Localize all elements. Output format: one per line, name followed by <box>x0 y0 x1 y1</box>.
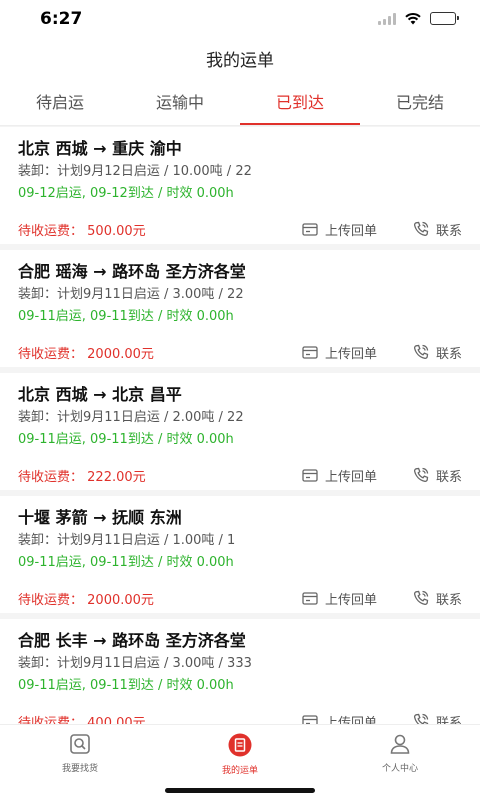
freight-amount: 待收运费： 2000.00元 <box>18 343 266 362</box>
order-list[interactable]: 北京 西城 → 重庆 渝中 装卸：计划9月12日启运 / 10.00吨 / 22… <box>0 127 480 724</box>
receipt-icon <box>302 468 318 482</box>
order-footer: 待收运费： 222.00元 上传回单 联系 <box>18 465 462 485</box>
freight-label: 待收运费： <box>18 592 84 608</box>
page-title: 我的运单 <box>206 51 274 71</box>
tab-arrived[interactable]: 已到达 <box>240 82 360 125</box>
nav-profile-label: 个人中心 <box>381 764 418 774</box>
contact-label: 联系 <box>435 223 462 239</box>
nav-profile[interactable]: 个人中心 <box>320 725 480 800</box>
order-card[interactable]: 北京 西城 → 北京 昌平 装卸：计划9月11日启运 / 2.00吨 / 22 … <box>0 373 480 490</box>
upload-receipt-label: 上传回单 <box>324 469 377 485</box>
nav-my-waybills-label: 我的运单 <box>221 766 258 776</box>
tab-in-transit[interactable]: 运输中 <box>120 82 240 125</box>
order-card[interactable]: 合肥 瑶海 → 路环岛 圣方济各堂 装卸：计划9月11日启运 / 3.00吨 /… <box>0 250 480 367</box>
contact-label: 联系 <box>435 715 462 725</box>
home-indicator <box>165 788 315 793</box>
freight-label: 待收运费： <box>18 346 84 362</box>
order-timing: 09-11启运, 09-11到达 / 时效 0.00h <box>18 432 234 447</box>
search-goods-icon <box>70 734 90 754</box>
order-timing: 09-11启运, 09-11到达 / 时效 0.00h <box>18 309 234 324</box>
contact-label: 联系 <box>435 592 462 608</box>
freight-label: 待收运费： <box>18 469 84 485</box>
contact-label: 联系 <box>435 469 462 485</box>
waybill-icon <box>228 733 252 757</box>
order-footer: 待收运费： 500.00元 上传回单 联系 <box>18 219 462 239</box>
freight-label: 待收运费： <box>18 223 84 239</box>
order-route: 合肥 瑶海 → 路环岛 圣方济各堂 <box>18 262 246 281</box>
upload-receipt-button[interactable]: 上传回单 <box>302 466 377 485</box>
order-card[interactable]: 十堰 茅箭 → 抚顺 东洲 装卸：计划9月11日启运 / 1.00吨 / 1 0… <box>0 496 480 613</box>
phone-icon <box>413 467 429 483</box>
order-detail: 装卸：计划9月11日启运 / 1.00吨 / 1 <box>18 533 236 548</box>
order-route: 北京 西城 → 北京 昌平 <box>18 385 182 404</box>
receipt-icon <box>302 591 318 605</box>
upload-receipt-label: 上传回单 <box>324 592 377 608</box>
receipt-icon <box>302 714 318 724</box>
freight-amount: 待收运费： 400.00元 <box>18 712 266 725</box>
order-footer: 待收运费： 400.00元 上传回单 联系 <box>18 711 462 724</box>
upload-receipt-button[interactable]: 上传回单 <box>302 712 377 725</box>
order-route: 北京 西城 → 重庆 渝中 <box>18 139 182 158</box>
profile-icon <box>390 734 410 754</box>
order-detail: 装卸：计划9月12日启运 / 10.00吨 / 22 <box>18 164 252 179</box>
contact-button[interactable]: 联系 <box>413 712 462 725</box>
freight-value: 2000.00元 <box>87 346 154 362</box>
tab-completed[interactable]: 已完结 <box>360 82 480 125</box>
phone-icon <box>413 344 429 360</box>
freight-label: 待收运费： <box>18 715 84 725</box>
phone-icon <box>413 590 429 606</box>
upload-receipt-label: 上传回单 <box>324 346 377 362</box>
nav-find-goods[interactable]: 我要找货 <box>0 725 160 800</box>
order-footer: 待收运费： 2000.00元 上传回单 联系 <box>18 342 462 362</box>
upload-receipt-label: 上传回单 <box>324 223 377 239</box>
freight-value: 400.00元 <box>87 715 146 725</box>
order-timing: 09-11启运, 09-11到达 / 时效 0.00h <box>18 678 234 693</box>
freight-amount: 待收运费： 2000.00元 <box>18 589 266 608</box>
nav-find-goods-label: 我要找货 <box>61 764 98 774</box>
contact-button[interactable]: 联系 <box>413 589 462 608</box>
order-timing: 09-11启运, 09-11到达 / 时效 0.00h <box>18 555 234 570</box>
wifi-icon <box>405 12 421 25</box>
order-detail: 装卸：计划9月11日启运 / 3.00吨 / 333 <box>18 656 252 671</box>
tab-pending-shipment[interactable]: 待启运 <box>0 82 120 125</box>
contact-label: 联系 <box>435 346 462 362</box>
contact-button[interactable]: 联系 <box>413 466 462 485</box>
order-footer: 待收运费： 2000.00元 上传回单 联系 <box>18 588 462 608</box>
upload-receipt-button[interactable]: 上传回单 <box>302 589 377 608</box>
freight-value: 500.00元 <box>87 223 146 239</box>
upload-receipt-label: 上传回单 <box>324 715 377 725</box>
contact-button[interactable]: 联系 <box>413 220 462 239</box>
order-route: 合肥 长丰 → 路环岛 圣方济各堂 <box>18 631 246 650</box>
order-route: 十堰 茅箭 → 抚顺 东洲 <box>18 508 182 527</box>
phone-icon <box>413 221 429 237</box>
status-bar: 6:27 <box>0 0 480 40</box>
nav-bar: 我的运单 <box>0 40 480 82</box>
phone-icon <box>413 713 429 724</box>
order-detail: 装卸：计划9月11日启运 / 3.00吨 / 22 <box>18 287 244 302</box>
contact-button[interactable]: 联系 <box>413 343 462 362</box>
receipt-icon <box>302 345 318 359</box>
receipt-icon <box>302 222 318 236</box>
order-detail: 装卸：计划9月11日启运 / 2.00吨 / 22 <box>18 410 244 425</box>
battery-icon <box>430 12 459 25</box>
order-status-tabs: 待启运 运输中 已到达 已完结 <box>0 82 480 126</box>
signal-icon <box>378 12 396 25</box>
freight-value: 2000.00元 <box>87 592 154 608</box>
upload-receipt-button[interactable]: 上传回单 <box>302 343 377 362</box>
order-timing: 09-12启运, 09-12到达 / 时效 0.00h <box>18 186 234 201</box>
status-time: 6:27 <box>40 9 83 29</box>
order-card[interactable]: 合肥 长丰 → 路环岛 圣方济各堂 装卸：计划9月11日启运 / 3.00吨 /… <box>0 619 480 724</box>
upload-receipt-button[interactable]: 上传回单 <box>302 220 377 239</box>
freight-value: 222.00元 <box>87 469 146 485</box>
status-icons <box>378 12 459 25</box>
freight-amount: 待收运费： 500.00元 <box>18 220 266 239</box>
order-card[interactable]: 北京 西城 → 重庆 渝中 装卸：计划9月12日启运 / 10.00吨 / 22… <box>0 127 480 244</box>
freight-amount: 待收运费： 222.00元 <box>18 466 266 485</box>
